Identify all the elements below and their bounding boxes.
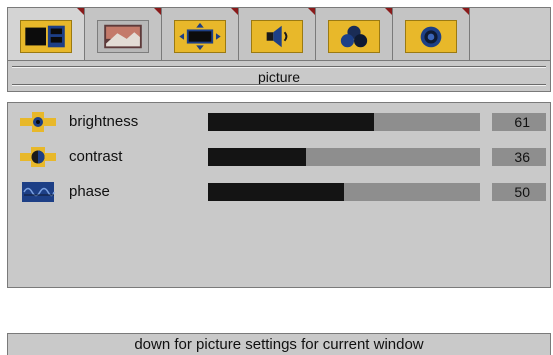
- phase-icon: [20, 181, 56, 203]
- tab-audio[interactable]: [239, 8, 316, 61]
- brightness-slider[interactable]: [208, 113, 480, 131]
- setting-label: phase: [69, 183, 110, 200]
- menu-title-bar: picture: [7, 60, 551, 92]
- title-rule-bottom: [12, 84, 546, 86]
- menu-tab-strip: [7, 7, 551, 61]
- tab-signal[interactable]: [393, 8, 470, 61]
- setting-row-phase[interactable]: phase 50: [8, 180, 552, 204]
- layout-icon: [20, 20, 72, 53]
- picture-icon: [97, 20, 149, 53]
- setting-value: 36: [514, 149, 530, 165]
- contrast-icon: [20, 146, 56, 168]
- slider-fill: [208, 113, 374, 131]
- setting-row-contrast[interactable]: contrast 36: [8, 145, 552, 169]
- help-hint-bar: down for picture settings for current wi…: [7, 333, 551, 355]
- setting-label: contrast: [69, 148, 123, 165]
- help-hint-text: down for picture settings for current wi…: [134, 336, 424, 353]
- slider-fill: [208, 183, 344, 201]
- setting-value: 61: [514, 114, 530, 130]
- slider-fill: [208, 148, 306, 166]
- brightness-icon: [20, 111, 56, 133]
- tab-corner-marker: [308, 8, 315, 15]
- setting-value-box: 61: [492, 113, 546, 131]
- speaker-icon: [251, 20, 303, 53]
- title-rule-top: [12, 66, 546, 68]
- tab-color[interactable]: [316, 8, 393, 61]
- tab-position[interactable]: [162, 8, 239, 61]
- tab-layout[interactable]: [8, 8, 85, 61]
- tab-corner-marker: [462, 8, 469, 15]
- contrast-slider[interactable]: [208, 148, 480, 166]
- tab-corner-marker: [154, 8, 161, 15]
- setting-value-box: 50: [492, 183, 546, 201]
- tab-corner-marker: [385, 8, 392, 15]
- setting-value: 50: [514, 184, 530, 200]
- setting-value-box: 36: [492, 148, 546, 166]
- signal-icon: [405, 20, 457, 53]
- settings-panel: brightness 61 contrast 36 phase 50: [7, 102, 551, 288]
- page-title: picture: [257, 69, 301, 85]
- color-circles-icon: [328, 20, 380, 53]
- tab-corner-marker: [231, 8, 238, 15]
- tab-corner-marker: [77, 8, 84, 15]
- tab-picture[interactable]: [85, 8, 162, 61]
- phase-slider[interactable]: [208, 183, 480, 201]
- setting-label: brightness: [69, 113, 139, 130]
- screen-position-icon: [174, 20, 226, 53]
- setting-row-brightness[interactable]: brightness 61: [8, 110, 552, 134]
